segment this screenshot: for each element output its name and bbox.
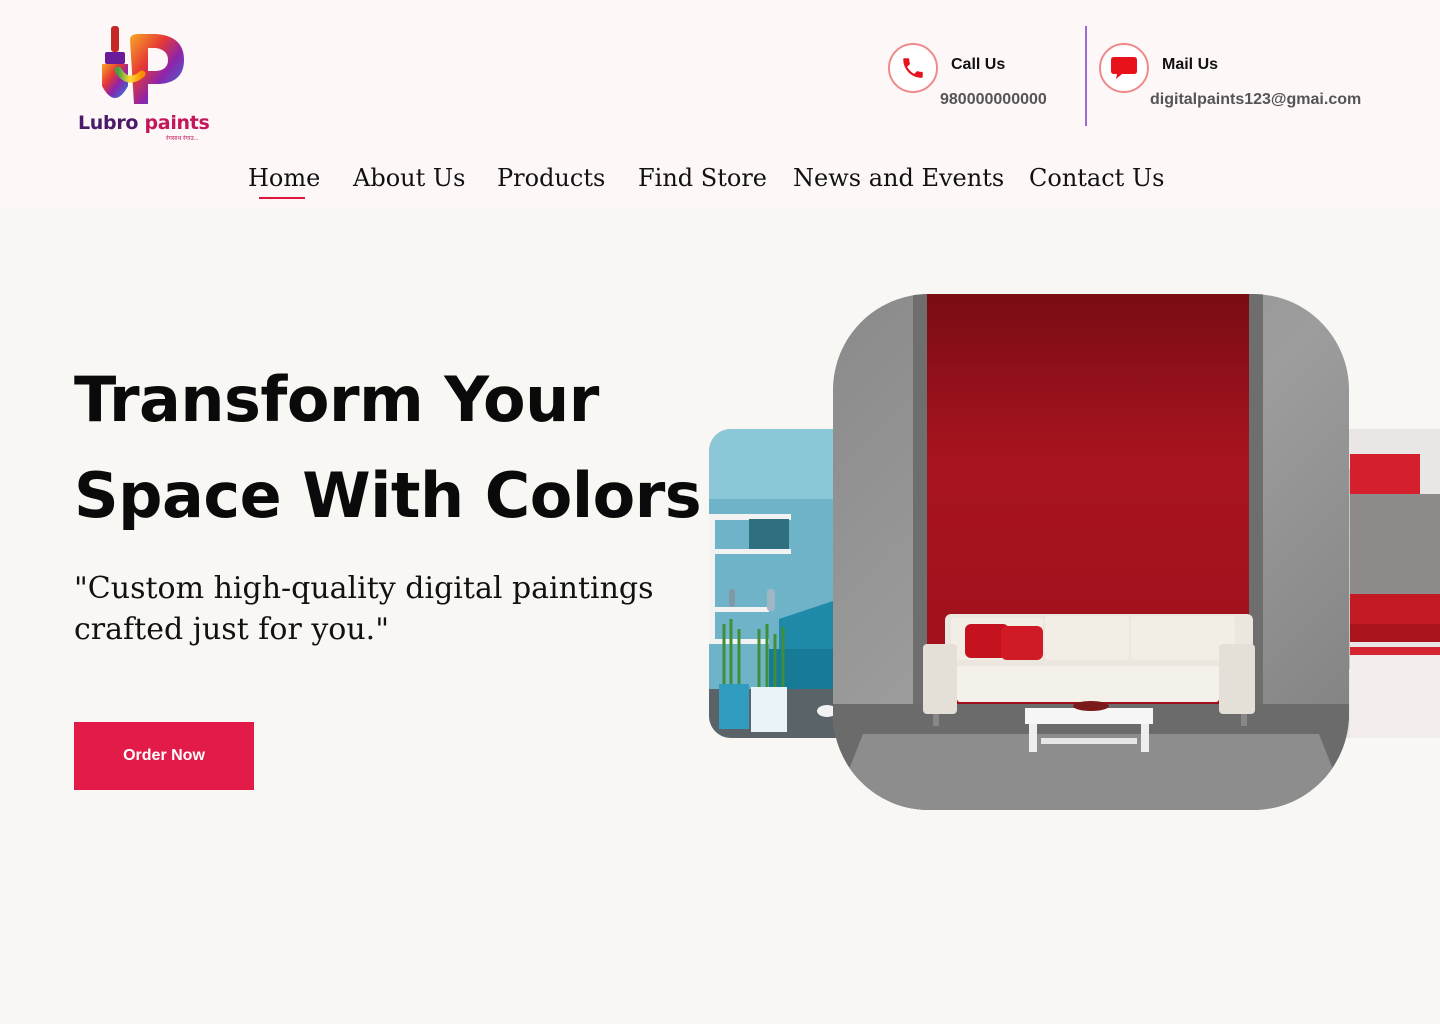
email-address[interactable]: digitalpaints123@gmai.com: [1150, 91, 1361, 109]
brand-tagline: रंगसाथ रंगाउ...: [166, 136, 199, 142]
chat-bubble-icon[interactable]: [1099, 43, 1149, 93]
nav-find-store[interactable]: Find Store: [638, 164, 767, 192]
mail-us-label: Mail Us: [1162, 56, 1219, 73]
brand-name-part1: Lubro: [78, 112, 139, 134]
paintbrush-logo-icon: [102, 26, 184, 104]
main-nav: Home About Us Products Find Store News a…: [0, 164, 1440, 204]
hero-subtitle: "Custom high-quality digital paintings c…: [74, 571, 654, 647]
phone-icon[interactable]: [888, 43, 938, 93]
hero-title-line2: Space With Colors: [74, 459, 702, 532]
hero-title: Transform Your Space With Colors: [74, 352, 714, 544]
nav-contact-us[interactable]: Contact Us: [1029, 164, 1164, 192]
brand-name-part2: paints: [144, 112, 210, 134]
nav-about-us[interactable]: About Us: [353, 164, 465, 192]
nav-home[interactable]: Home: [248, 164, 320, 192]
hero-room-image: [833, 294, 1349, 810]
site-header: Lubro paints रंगसाथ रंगाउ... Call Us 980…: [0, 0, 1440, 208]
contact-divider: [1085, 26, 1087, 126]
nav-news-and-events[interactable]: News and Events: [793, 164, 1004, 192]
order-now-button[interactable]: Order Now: [74, 722, 254, 790]
nav-products[interactable]: Products: [497, 164, 605, 192]
brand-wordmark: Lubro paints: [78, 112, 218, 134]
active-nav-indicator: [259, 197, 305, 199]
brand-logo[interactable]: Lubro paints रंगसाथ रंगाउ...: [78, 26, 218, 146]
phone-number[interactable]: 980000000000: [940, 91, 1047, 109]
hero-title-line1: Transform Your: [74, 363, 599, 436]
call-us-label: Call Us: [951, 56, 1006, 73]
